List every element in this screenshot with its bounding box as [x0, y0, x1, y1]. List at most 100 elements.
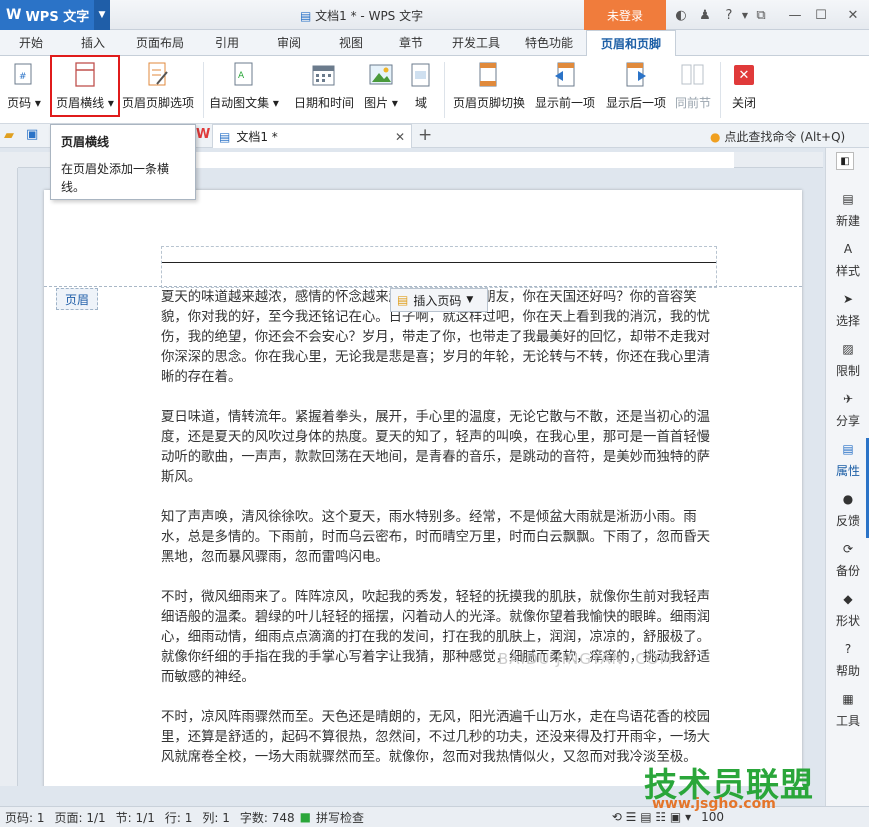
status-page-number[interactable]: 页码: 1	[0, 809, 50, 826]
panel-select[interactable]: ➤ 选择	[826, 284, 869, 334]
status-word-count[interactable]: 字数: 748	[235, 809, 300, 826]
panel-share[interactable]: ✈ 分享	[826, 384, 869, 434]
tooltip-description: 在页眉处添加一条横线。	[61, 162, 170, 194]
restore-window-icon[interactable]: ⧉	[752, 6, 770, 24]
header-line	[162, 262, 716, 263]
help-icon: ?	[844, 641, 852, 656]
switch-header-footer-button[interactable]: 页眉页脚切换	[452, 60, 526, 118]
show-next-label: 显示后一项	[605, 96, 666, 110]
header-label: 页眉	[56, 288, 98, 310]
status-column[interactable]: 列: 1	[197, 809, 235, 826]
document-body[interactable]: 夏天的味道越来越浓，感情的怀念越来越深。我失去的朋友，你在天国还好吗？你的音容笑…	[161, 288, 721, 786]
status-section[interactable]: 节: 1/1	[111, 809, 160, 826]
ruler-toggle-icon[interactable]: ◧	[836, 152, 854, 170]
close-label: 关闭	[731, 96, 756, 110]
panel-style-label: 样式	[835, 263, 860, 278]
insert-page-number-button[interactable]: ▤ 插入页码 ▼	[390, 288, 488, 312]
panel-feedback[interactable]: ● 反馈	[826, 484, 869, 534]
ruler-corner[interactable]	[0, 152, 18, 168]
login-button[interactable]: 未登录	[584, 0, 666, 30]
status-pages[interactable]: 页面: 1/1	[50, 809, 111, 826]
save-icon[interactable]: ▣	[26, 127, 38, 142]
chevron-down-icon: ▼	[466, 295, 474, 305]
tab-references[interactable]: 引用	[196, 30, 258, 56]
highlight-box	[50, 55, 120, 117]
page-number-label: 页码	[7, 96, 32, 110]
previous-icon	[551, 60, 579, 90]
tab-developer[interactable]: 开发工具	[440, 30, 512, 56]
panel-restrict[interactable]: ▨ 限制	[826, 334, 869, 384]
panel-tools-label: 工具	[835, 713, 860, 728]
tab-review[interactable]: 审阅	[258, 30, 320, 56]
status-zoom[interactable]: 100	[696, 810, 729, 824]
cursor-icon: ➤	[842, 291, 854, 306]
picture-icon	[367, 60, 395, 90]
show-next-button[interactable]: 显示后一项	[603, 60, 669, 118]
same-as-previous-button[interactable]: 同前节	[674, 60, 712, 118]
share-icon: ✈	[842, 391, 854, 406]
page-number-button[interactable]: # 页码 ▾	[4, 60, 44, 118]
switch-label: 页眉页脚切换	[452, 96, 525, 110]
command-search-text: 点此查找命令 (Alt+Q)	[724, 130, 846, 144]
shape-icon: ◆	[843, 591, 853, 606]
header-boundary	[44, 286, 802, 287]
tab-insert[interactable]: 插入	[62, 30, 124, 56]
show-previous-button[interactable]: 显示前一项	[532, 60, 598, 118]
shirt-icon[interactable]: ♟	[696, 6, 714, 24]
ribbon-separator	[444, 62, 445, 118]
panel-new[interactable]: ▤ 新建	[826, 184, 869, 234]
open-folder-icon[interactable]: ▰	[4, 128, 14, 143]
paragraph: 夏日味道，情转流年。紧握着拳头，展开，手心里的温度，无论它散与不散，还是当初心的…	[161, 410, 711, 485]
new-tab-icon[interactable]: +	[418, 125, 432, 145]
header-footer-options-button[interactable]: 页眉页脚选项	[120, 60, 196, 118]
panel-backup[interactable]: ⟳ 备份	[826, 534, 869, 584]
panel-help[interactable]: ? 帮助	[826, 634, 869, 684]
close-icon[interactable]: ✕	[844, 6, 862, 24]
status-row[interactable]: 行: 1	[160, 809, 198, 826]
field-label: 域	[414, 96, 427, 110]
panel-style[interactable]: A 样式	[826, 234, 869, 284]
document-tab-label: 文档1 *	[236, 130, 278, 144]
date-time-button[interactable]: 日期和时间	[292, 60, 356, 118]
document-tab[interactable]: ▤ 文档1 * ✕	[212, 124, 412, 148]
properties-icon: ▤	[842, 441, 854, 456]
panel-properties[interactable]: ▤ 属性	[826, 434, 869, 484]
minimize-icon[interactable]: —	[786, 6, 804, 24]
close-header-footer-button[interactable]: ✕ 关闭	[728, 60, 760, 118]
wps-icon[interactable]: W	[196, 127, 210, 142]
status-view-icons[interactable]: ⟲ ☰ ▤ ☷ ▣ ▾	[607, 810, 696, 824]
command-search[interactable]: ● 点此查找命令 (Alt+Q)	[710, 128, 845, 145]
status-spell-check[interactable]: 拼写检查	[311, 809, 369, 826]
title-bar: W WPS 文字 ▼ ▤ 文档1 * - WPS 文字 未登录 ◐ ♟ ? ▼ …	[0, 0, 869, 30]
app-menu-button[interactable]: W WPS 文字 ▼	[0, 0, 110, 30]
ribbon-separator	[203, 62, 204, 118]
window-title-text: 文档1 * - WPS 文字	[315, 9, 424, 23]
panel-shape[interactable]: ◆ 形状	[826, 584, 869, 634]
panel-backup-label: 备份	[835, 563, 860, 578]
auto-text-button[interactable]: A 自动图文集 ▾	[209, 60, 279, 118]
chevron-down-icon[interactable]: ▼	[94, 0, 110, 30]
field-button[interactable]: 域	[406, 60, 436, 118]
picture-button[interactable]: 图片 ▾	[362, 60, 400, 118]
panel-tools[interactable]: ▦ 工具	[826, 684, 869, 734]
tab-special[interactable]: 特色功能	[512, 30, 586, 56]
skin-icon[interactable]: ◐	[672, 6, 690, 24]
vertical-ruler[interactable]	[0, 168, 18, 786]
window-title: ▤ 文档1 * - WPS 文字	[300, 7, 423, 24]
tab-page-layout[interactable]: 页面布局	[124, 30, 196, 56]
header-area[interactable]	[161, 246, 717, 288]
tab-view[interactable]: 视图	[320, 30, 382, 56]
tab-header-footer[interactable]: 页眉和页脚	[586, 30, 676, 56]
maximize-icon[interactable]: ☐	[812, 6, 830, 24]
new-doc-icon: ▤	[842, 191, 854, 206]
tab-home[interactable]: 开始	[0, 30, 62, 56]
panel-feedback-label: 反馈	[835, 513, 860, 528]
auto-text-icon: A	[230, 60, 258, 90]
same-as-previous-label: 同前节	[674, 96, 711, 110]
close-tab-icon[interactable]: ✕	[395, 130, 405, 144]
right-task-panel: ◧ ▤ 新建 A 样式 ➤ 选择 ▨ 限制 ✈ 分享 ▤ 属性 ● 反馈 ⟳ 备份 ◆ 形状 ? 帮…	[825, 148, 869, 806]
paragraph: 不时，凉风阵雨骤然而至。天色还是晴朗的，无风，阳光洒遍千山万水，走在鸟语花香的校…	[161, 710, 711, 765]
document-page[interactable]: 页眉 夏天的味道越来越浓，感情的怀念越来越深。我失去的朋友，你在天国还好吗？你的…	[44, 190, 802, 786]
tab-chapter[interactable]: 章节	[382, 30, 440, 56]
restrict-icon: ▨	[842, 341, 854, 356]
